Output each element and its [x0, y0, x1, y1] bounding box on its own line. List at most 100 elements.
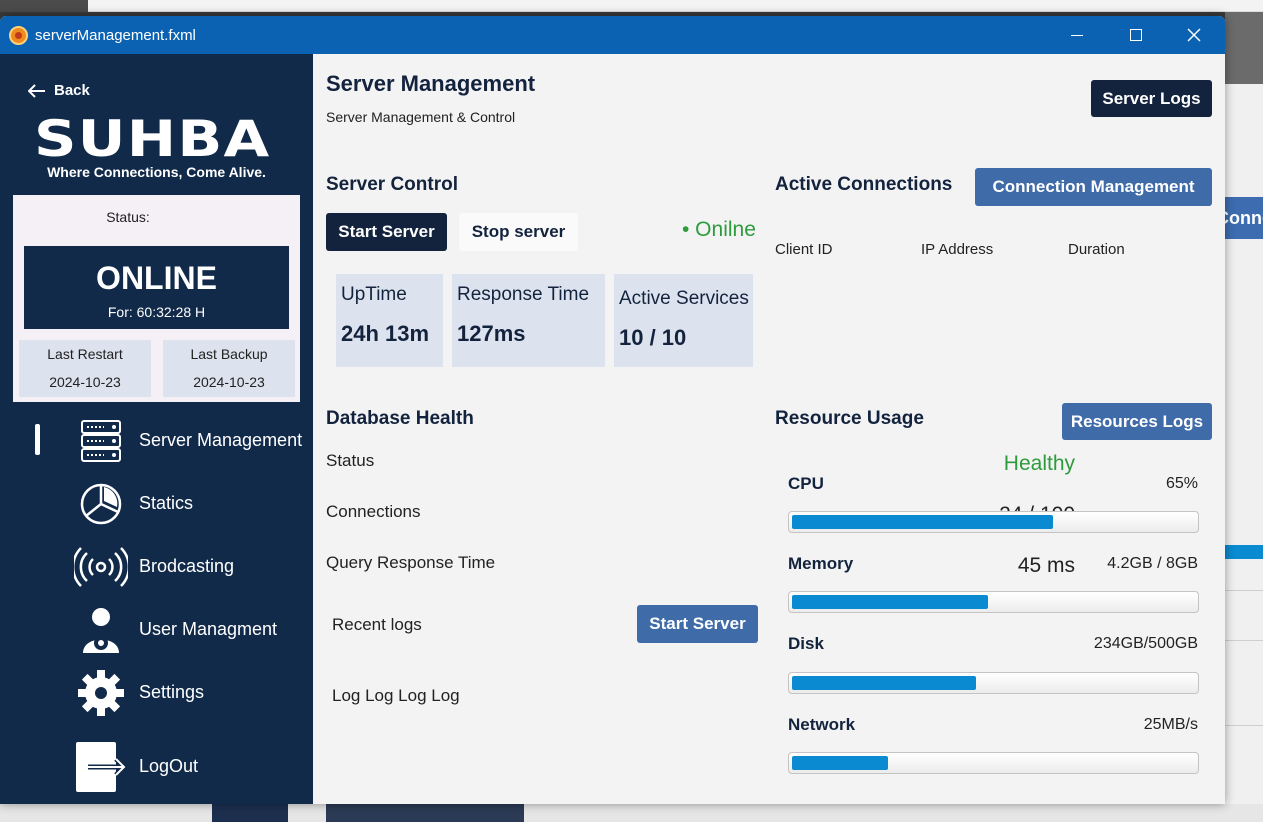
column-header-client-id[interactable]: Client ID — [775, 241, 833, 258]
column-header-duration[interactable]: Duration — [1068, 241, 1125, 258]
status-online-box: ONLINE For: 60:32:28 H — [24, 246, 289, 329]
memory-value: 4.2GB / 8GB — [1107, 555, 1198, 572]
progress-fill — [792, 515, 1053, 529]
last-restart-label: Last Restart — [47, 346, 123, 362]
uptime-card: UpTime 24h 13m — [336, 274, 443, 367]
disk-label: Disk — [788, 634, 824, 653]
progress-fill — [792, 595, 988, 609]
cpu-label: CPU — [788, 474, 824, 493]
uptime-label: UpTime — [341, 284, 407, 305]
minimize-icon — [1071, 35, 1083, 36]
memory-label: Memory — [788, 554, 854, 573]
app-icon — [9, 26, 28, 45]
nav-label: LogOut — [139, 756, 199, 776]
background-window-bottom — [0, 804, 1263, 822]
active-services-card: Active Services 10 / 10 — [614, 274, 753, 367]
broadcast-icon — [74, 547, 128, 587]
cpu-value: 65% — [1165, 475, 1198, 492]
db-query-time-value: 45 ms — [1017, 554, 1075, 577]
background-button-edge — [326, 804, 524, 822]
nav-label: Statics — [139, 493, 194, 513]
resources-logs-button[interactable]: Resources Logs — [1062, 403, 1212, 440]
title-bar[interactable]: serverManagement.fxml — [0, 16, 1225, 54]
back-button[interactable]: Back — [28, 82, 90, 99]
gear-icon — [78, 670, 124, 716]
column-header-ip-address[interactable]: IP Address — [921, 241, 993, 258]
background-window-edge — [88, 0, 1263, 12]
response-time-label: Response Time — [457, 284, 590, 305]
status-duration: For: 60:32:28 H — [107, 304, 206, 320]
last-restart-card: Last Restart 2024-10-23 — [19, 340, 151, 397]
nav-item-brodcasting[interactable]: Brodcasting — [74, 542, 309, 592]
server-logs-button[interactable]: Server Logs — [1091, 80, 1212, 117]
maximize-icon — [1130, 29, 1142, 41]
cpu-progress-bar — [788, 511, 1199, 533]
nav-label: Settings — [139, 682, 205, 702]
last-backup-value: 2024-10-23 — [193, 374, 265, 390]
server-status-indicator: • Onilne — [682, 218, 756, 241]
minimize-button[interactable] — [1049, 16, 1107, 54]
app-window: serverManagement.fxml Back SUHBA Where C… — [0, 16, 1225, 804]
nav-active-indicator — [35, 424, 40, 455]
log-text: Log Log Log Log — [332, 686, 460, 705]
page-title: Server Management — [326, 71, 536, 96]
main-content: Server Management Server Management & Co… — [313, 54, 1225, 804]
network-value: 25MB/s — [1143, 716, 1198, 733]
start-server-button[interactable]: Start Server — [326, 213, 447, 251]
disk-value: 234GB/500GB — [1093, 635, 1198, 652]
server-control-heading: Server Control — [326, 174, 458, 195]
db-status-label: Status — [326, 451, 375, 470]
db-connections-label: Connections — [326, 502, 421, 521]
window-title: serverManagement.fxml — [35, 27, 196, 44]
active-services-label: Active Services — [619, 288, 749, 309]
progress-fill — [792, 756, 888, 770]
background-progress-bar — [1225, 545, 1263, 559]
close-icon — [1187, 28, 1201, 42]
stop-server-button[interactable]: Stop server — [459, 213, 578, 251]
nav-item-server-management[interactable]: Server Management — [74, 416, 309, 466]
nav-label: Brodcasting — [139, 556, 235, 576]
pie-chart-icon — [80, 483, 122, 525]
active-services-value: 10 / 10 — [619, 325, 687, 350]
nav-label: User Managment — [139, 619, 278, 639]
disk-progress-bar — [788, 672, 1199, 694]
connection-management-button[interactable]: Connection Management — [975, 168, 1212, 206]
network-label: Network — [788, 715, 856, 734]
user-gear-icon — [83, 608, 119, 653]
background-sidebar-edge — [212, 804, 288, 822]
status-card: Status: ONLINE For: 60:32:28 H Last Rest… — [13, 195, 300, 402]
nav-item-logout[interactable]: LogOut — [74, 742, 309, 792]
memory-progress-bar — [788, 591, 1199, 613]
background-divider — [1225, 725, 1263, 726]
page-subtitle: Server Management & Control — [326, 109, 516, 125]
background-window-header — [1225, 12, 1263, 84]
logo-tagline: Where Connections, Come Alive. — [47, 164, 266, 180]
maximize-button[interactable] — [1107, 16, 1165, 54]
nav-item-settings[interactable]: Settings — [74, 668, 309, 718]
last-backup-card: Last Backup 2024-10-23 — [163, 340, 295, 397]
sidebar: Back SUHBA Where Connections, Come Alive… — [0, 54, 313, 804]
server-rack-icon — [81, 420, 121, 462]
last-restart-value: 2024-10-23 — [49, 374, 121, 390]
recent-logs-label: Recent logs — [332, 615, 422, 634]
close-button[interactable] — [1165, 16, 1223, 54]
db-status-value: Healthy — [1003, 452, 1075, 475]
nav-item-statics[interactable]: Statics — [74, 479, 309, 529]
background-divider — [1225, 590, 1263, 591]
progress-fill — [792, 676, 976, 690]
last-backup-label: Last Backup — [190, 346, 268, 362]
status-label: Status: — [106, 209, 150, 225]
active-connections-heading: Active Connections — [775, 174, 953, 195]
background-divider — [1225, 640, 1263, 641]
response-time-card: Response Time 127ms — [452, 274, 605, 367]
recent-logs-start-button[interactable]: Start Server — [637, 605, 758, 643]
db-query-time-label: Query Response Time — [326, 553, 496, 572]
logout-icon — [76, 742, 128, 792]
status-state: ONLINE — [96, 260, 217, 296]
back-label: Back — [54, 82, 90, 99]
nav-item-user-management[interactable]: User Managment — [74, 605, 309, 655]
arrow-left-icon — [28, 83, 45, 98]
database-health-heading: Database Health — [326, 408, 474, 429]
resource-usage-heading: Resource Usage — [775, 408, 924, 429]
background-window — [1225, 12, 1263, 822]
